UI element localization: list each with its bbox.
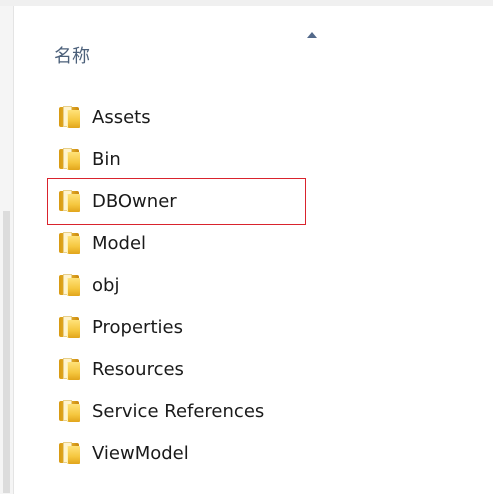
folder-label: Properties [92, 316, 183, 338]
folder-icon [56, 442, 82, 464]
folder-icon [56, 190, 82, 212]
file-list: Assets Bin DBOwner Model obj Properties … [56, 96, 493, 474]
folder-icon [56, 316, 82, 338]
folder-icon [56, 358, 82, 380]
folder-label: ViewModel [92, 442, 189, 464]
folder-item-bin[interactable]: Bin [56, 138, 493, 180]
folder-icon [56, 232, 82, 254]
folder-item-assets[interactable]: Assets [56, 96, 493, 138]
folder-item-service-references[interactable]: Service References [56, 390, 493, 432]
folder-item-resources[interactable]: Resources [56, 348, 493, 390]
folder-label: Assets [92, 106, 151, 128]
folder-label: obj [92, 274, 120, 296]
folder-item-dbowner[interactable]: DBOwner [56, 180, 493, 222]
scrollbar-thumb[interactable] [3, 211, 10, 493]
folder-label: DBOwner [92, 190, 177, 212]
folder-label: Model [92, 232, 147, 254]
folder-label: Bin [92, 148, 121, 170]
folder-label: Resources [92, 358, 184, 380]
folder-item-properties[interactable]: Properties [56, 306, 493, 348]
folder-label: Service References [92, 400, 265, 422]
folder-item-model[interactable]: Model [56, 222, 493, 264]
navigation-pane-edge [0, 6, 14, 494]
column-header-row: 名称 [20, 6, 493, 104]
folder-icon [56, 274, 82, 296]
folder-item-viewmodel[interactable]: ViewModel [56, 432, 493, 474]
folder-icon [56, 400, 82, 422]
folder-icon [56, 106, 82, 128]
file-explorer-window: 名称 Assets Bin DBOwner Model obj Properti… [0, 0, 493, 494]
folder-item-obj[interactable]: obj [56, 264, 493, 306]
name-column-header[interactable]: 名称 [54, 42, 90, 68]
folder-icon [56, 148, 82, 170]
sort-ascending-icon[interactable] [307, 32, 317, 38]
